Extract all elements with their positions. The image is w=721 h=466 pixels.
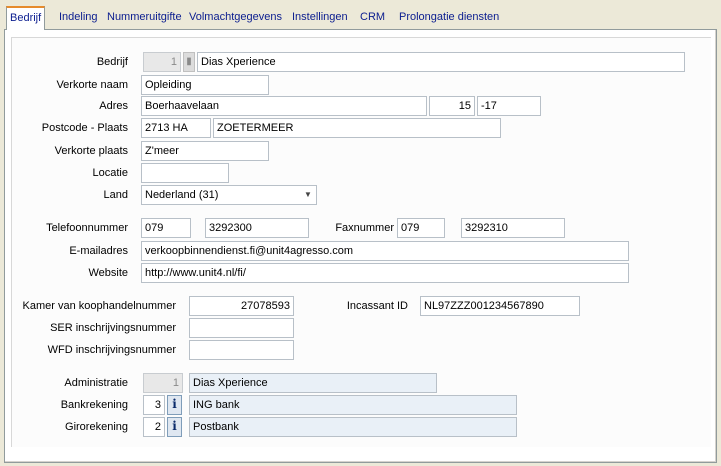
fax-number-input[interactable]: 3292310 xyxy=(461,218,565,238)
tab-prolongatie-diensten[interactable]: Prolongatie diensten xyxy=(396,8,502,28)
bedrijf-label: Bedrijf xyxy=(96,56,128,68)
tab-crm[interactable]: CRM xyxy=(357,8,388,28)
adres-street-input[interactable]: Boerhaavelaan xyxy=(141,96,427,116)
bedrijf-form: Bedrijf 1 ▮ Dias Xperience Verkorte naam… xyxy=(11,37,711,447)
locatie-input[interactable] xyxy=(141,163,229,183)
tab-panel-bedrijf: Bedrijf 1 ▮ Dias Xperience Verkorte naam… xyxy=(4,29,717,463)
verkorte-plaats-label: Verkorte plaats xyxy=(54,145,128,157)
postcode-input[interactable]: 2713 HA xyxy=(141,118,211,138)
wfd-input[interactable] xyxy=(189,340,294,360)
bankrekening-number-input[interactable]: 3 xyxy=(143,395,165,415)
tab-bedrijf[interactable]: Bedrijf xyxy=(6,6,46,30)
tab-instellingen[interactable]: Instellingen xyxy=(289,8,351,28)
website-label: Website xyxy=(88,267,128,279)
incassant-input[interactable]: NL97ZZZ001234567890 xyxy=(420,296,580,316)
fax-area-input[interactable]: 079 xyxy=(397,218,445,238)
faxnummer-label: Faxnummer xyxy=(335,222,394,234)
verkorte-naam-label: Verkorte naam xyxy=(56,79,128,91)
girorekening-label: Girorekening xyxy=(65,421,128,433)
incassant-label: Incassant ID xyxy=(346,300,408,312)
land-select[interactable]: Nederland (31) ▼ xyxy=(141,185,317,205)
kvk-input[interactable]: 27078593 xyxy=(189,296,294,316)
bankrekening-info-icon[interactable]: i xyxy=(167,395,182,415)
tab-volmachtgegevens[interactable]: Volmachtgegevens xyxy=(186,8,285,28)
verkorte-naam-input[interactable]: Opleiding xyxy=(141,75,269,95)
bankrekening-name-field: ING bank xyxy=(189,395,517,415)
kvk-label: Kamer van koophandelnummer xyxy=(22,300,176,312)
verkorte-plaats-input[interactable]: Z'meer xyxy=(141,141,269,161)
bankrekening-label: Bankrekening xyxy=(60,399,128,411)
bedrijf-lock-icon: ▮ xyxy=(183,52,195,72)
administratie-label: Administratie xyxy=(64,377,128,389)
website-input[interactable]: http://www.unit4.nl/fi/ xyxy=(141,263,629,283)
girorekening-number-input[interactable]: 2 xyxy=(143,417,165,437)
chevron-down-icon[interactable]: ▼ xyxy=(301,187,315,203)
land-label: Land xyxy=(103,189,128,201)
administratie-name-field: Dias Xperience xyxy=(189,373,437,393)
email-input[interactable]: verkoopbinnendienst.fi@unit4agresso.com xyxy=(141,241,629,261)
ser-input[interactable] xyxy=(189,318,294,338)
bedrijf-number-field: 1 xyxy=(143,52,181,72)
plaats-input[interactable]: ZOETERMEER xyxy=(213,118,501,138)
girorekening-info-icon[interactable]: i xyxy=(167,417,182,437)
locatie-label: Locatie xyxy=(92,167,128,179)
telefoonnummer-label: Telefoonnummer xyxy=(46,222,128,234)
postcode-plaats-label: Postcode - Plaats xyxy=(41,122,128,134)
telefoon-area-input[interactable]: 079 xyxy=(141,218,191,238)
tab-nummeruitgifte[interactable]: Nummeruitgifte xyxy=(104,8,185,28)
adres-label: Adres xyxy=(99,100,128,112)
tab-bar: Bedrijf Indeling Nummeruitgifte Volmacht… xyxy=(4,6,719,30)
email-label: E-mailadres xyxy=(69,245,128,257)
telefoon-number-input[interactable]: 3292300 xyxy=(205,218,309,238)
ser-label: SER inschrijvingsnummer xyxy=(50,322,176,334)
land-select-value: Nederland (31) xyxy=(145,189,219,201)
adres-housenumber-input[interactable]: 15 xyxy=(429,96,475,116)
adres-suffix-input[interactable]: -17 xyxy=(477,96,541,116)
bedrijf-name-input[interactable]: Dias Xperience xyxy=(197,52,685,72)
wfd-label: WFD inschrijvingsnummer xyxy=(47,344,176,356)
tab-indeling[interactable]: Indeling xyxy=(56,8,101,28)
girorekening-name-field: Postbank xyxy=(189,417,517,437)
administratie-number-field: 1 xyxy=(143,373,183,393)
